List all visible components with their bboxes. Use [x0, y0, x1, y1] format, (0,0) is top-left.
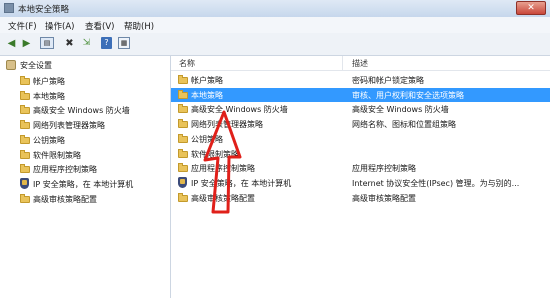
list-row-name: 帐户策略	[191, 76, 223, 85]
folder-icon	[178, 89, 188, 99]
folder-icon	[178, 119, 188, 129]
tree-item-label: 高级安全 Windows 防火墙	[33, 106, 130, 116]
tree-item-label: 公钥策略	[33, 135, 65, 145]
list-row[interactable]: 帐户策略 密码和帐户锁定策略	[171, 73, 550, 87]
list-row-description: 高级审核策略配置	[352, 193, 416, 203]
list-row[interactable]: 高级安全 Windows 防火墙 高级安全 Windows 防火墙	[171, 102, 550, 116]
folder-icon	[20, 90, 30, 100]
tree-item[interactable]: IP 安全策略，在 本地计算机	[0, 177, 170, 191]
tree-item[interactable]: 本地策略	[0, 89, 170, 103]
tree-item-label: 软件限制策略	[33, 150, 81, 160]
tree-root[interactable]: 安全设置	[0, 58, 170, 72]
show-hide-tree-icon[interactable]: ▤	[40, 37, 54, 49]
tree-item[interactable]: 网络列表管理器策略	[0, 118, 170, 132]
folder-icon	[178, 75, 188, 84]
close-button[interactable]: ✕	[516, 1, 546, 15]
mmc-window: 本地安全策略 ✕ 文件(F) 操作(A) 查看(V) 帮助(H) ◀ ▶ ▤ ✖…	[0, 0, 550, 298]
forward-icon[interactable]: ▶	[20, 37, 33, 50]
folder-icon	[20, 105, 30, 115]
folder-icon	[178, 192, 188, 202]
console-icon[interactable]: ▦	[118, 37, 130, 49]
list-row[interactable]: 本地策略 审核、用户权利和安全选项策略	[171, 87, 550, 102]
list-row[interactable]: IP 安全策略，在 本地计算机 Internet 协议安全性(IPsec) 管理。…	[171, 176, 550, 190]
list-row-name: IP 安全策略，在 本地计算机	[191, 178, 292, 188]
folder-icon	[178, 104, 188, 114]
folder-icon	[20, 193, 30, 203]
tree-item-label: 高级审核策略配置	[33, 194, 97, 204]
folder-icon	[178, 148, 188, 158]
list-row-name: 公钥策略	[191, 134, 223, 144]
column-separator[interactable]	[342, 56, 343, 70]
list-row[interactable]: 网络列表管理器策略 网络名称、图标和位置组策略	[171, 117, 550, 131]
list-row-name: 软件限制策略	[191, 149, 239, 159]
column-description[interactable]: 描述	[352, 58, 368, 69]
delete-icon[interactable]: ✖	[63, 37, 76, 50]
folder-icon	[20, 120, 30, 130]
tree-item[interactable]: 软件限制策略	[0, 148, 170, 162]
list-row-description: 网络名称、图标和位置组策略	[352, 120, 456, 130]
folder-icon	[178, 133, 188, 143]
tree-item-label: IP 安全策略，在 本地计算机	[33, 179, 134, 189]
menu-file[interactable]: 文件(F)	[8, 20, 37, 32]
folder-icon	[178, 163, 188, 173]
folder-icon	[20, 134, 30, 144]
tree-root-label: 安全设置	[20, 61, 52, 70]
list-row-description: 高级安全 Windows 防火墙	[352, 105, 449, 115]
list-row[interactable]: 软件限制策略	[171, 147, 550, 161]
navigation-tree: 安全设置 帐户策略本地策略高级安全 Windows 防火墙 网络列表管理器策略 公钥…	[0, 56, 171, 298]
tree-item-label: 本地策略	[33, 91, 65, 101]
tree-item[interactable]: 公钥策略	[0, 133, 170, 147]
tree-item-label: 帐户策略	[33, 77, 65, 86]
column-name[interactable]: 名称	[179, 58, 195, 69]
list-row[interactable]: 高级审核策略配置 高级审核策略配置	[171, 191, 550, 205]
back-icon[interactable]: ◀	[5, 37, 18, 50]
menu-bar: 文件(F) 操作(A) 查看(V) 帮助(H)	[0, 17, 550, 33]
folder-icon	[20, 76, 30, 85]
list-row-name: 本地策略	[191, 90, 223, 100]
list-header: 名称 描述	[171, 56, 550, 71]
tree-item-label: 应用程序控制策略	[33, 165, 97, 175]
list-row-name: 应用程序控制策略	[191, 164, 255, 174]
list-row-name: 高级安全 Windows 防火墙	[191, 105, 288, 115]
list-row-name: 高级审核策略配置	[191, 193, 255, 203]
list-row-name: 网络列表管理器策略	[191, 120, 263, 130]
security-settings-icon	[6, 60, 16, 70]
details-list: 名称 描述 帐户策略 密码和帐户锁定策略 本地策略 审核、用户权利和安全选项策略 高级安…	[171, 56, 550, 298]
folder-icon	[20, 149, 30, 159]
list-row[interactable]: 应用程序控制策略 应用程序控制策略	[171, 161, 550, 175]
shield-icon	[178, 176, 187, 188]
list-row-description: 应用程序控制策略	[352, 164, 416, 174]
folder-icon	[20, 164, 30, 174]
tree-item[interactable]: 应用程序控制策略	[0, 162, 170, 176]
tree-item[interactable]: 高级安全 Windows 防火墙	[0, 103, 170, 117]
window-title: 本地安全策略	[18, 5, 70, 15]
list-row-description: 密码和帐户锁定策略	[352, 76, 424, 85]
help-icon[interactable]: ?	[101, 37, 112, 49]
export-icon[interactable]: ⇲	[80, 37, 93, 50]
list-row-description: 审核、用户权利和安全选项策略	[352, 90, 464, 100]
menu-view[interactable]: 查看(V)	[85, 20, 114, 32]
menu-action[interactable]: 操作(A)	[45, 20, 74, 32]
toolbar: ◀ ▶ ▤ ✖ ⇲ ? ▦	[0, 33, 550, 56]
list-row-description: Internet 协议安全性(IPsec) 管理。为与别的...	[352, 178, 520, 188]
shield-icon	[20, 177, 29, 189]
list-row[interactable]: 公钥策略	[171, 132, 550, 146]
tree-item[interactable]: 帐户策略	[0, 74, 170, 88]
title-bar: 本地安全策略 ✕	[0, 0, 550, 18]
menu-help[interactable]: 帮助(H)	[124, 20, 154, 32]
tree-item[interactable]: 高级审核策略配置	[0, 192, 170, 206]
tree-item-label: 网络列表管理器策略	[33, 121, 105, 131]
app-icon	[4, 3, 14, 13]
